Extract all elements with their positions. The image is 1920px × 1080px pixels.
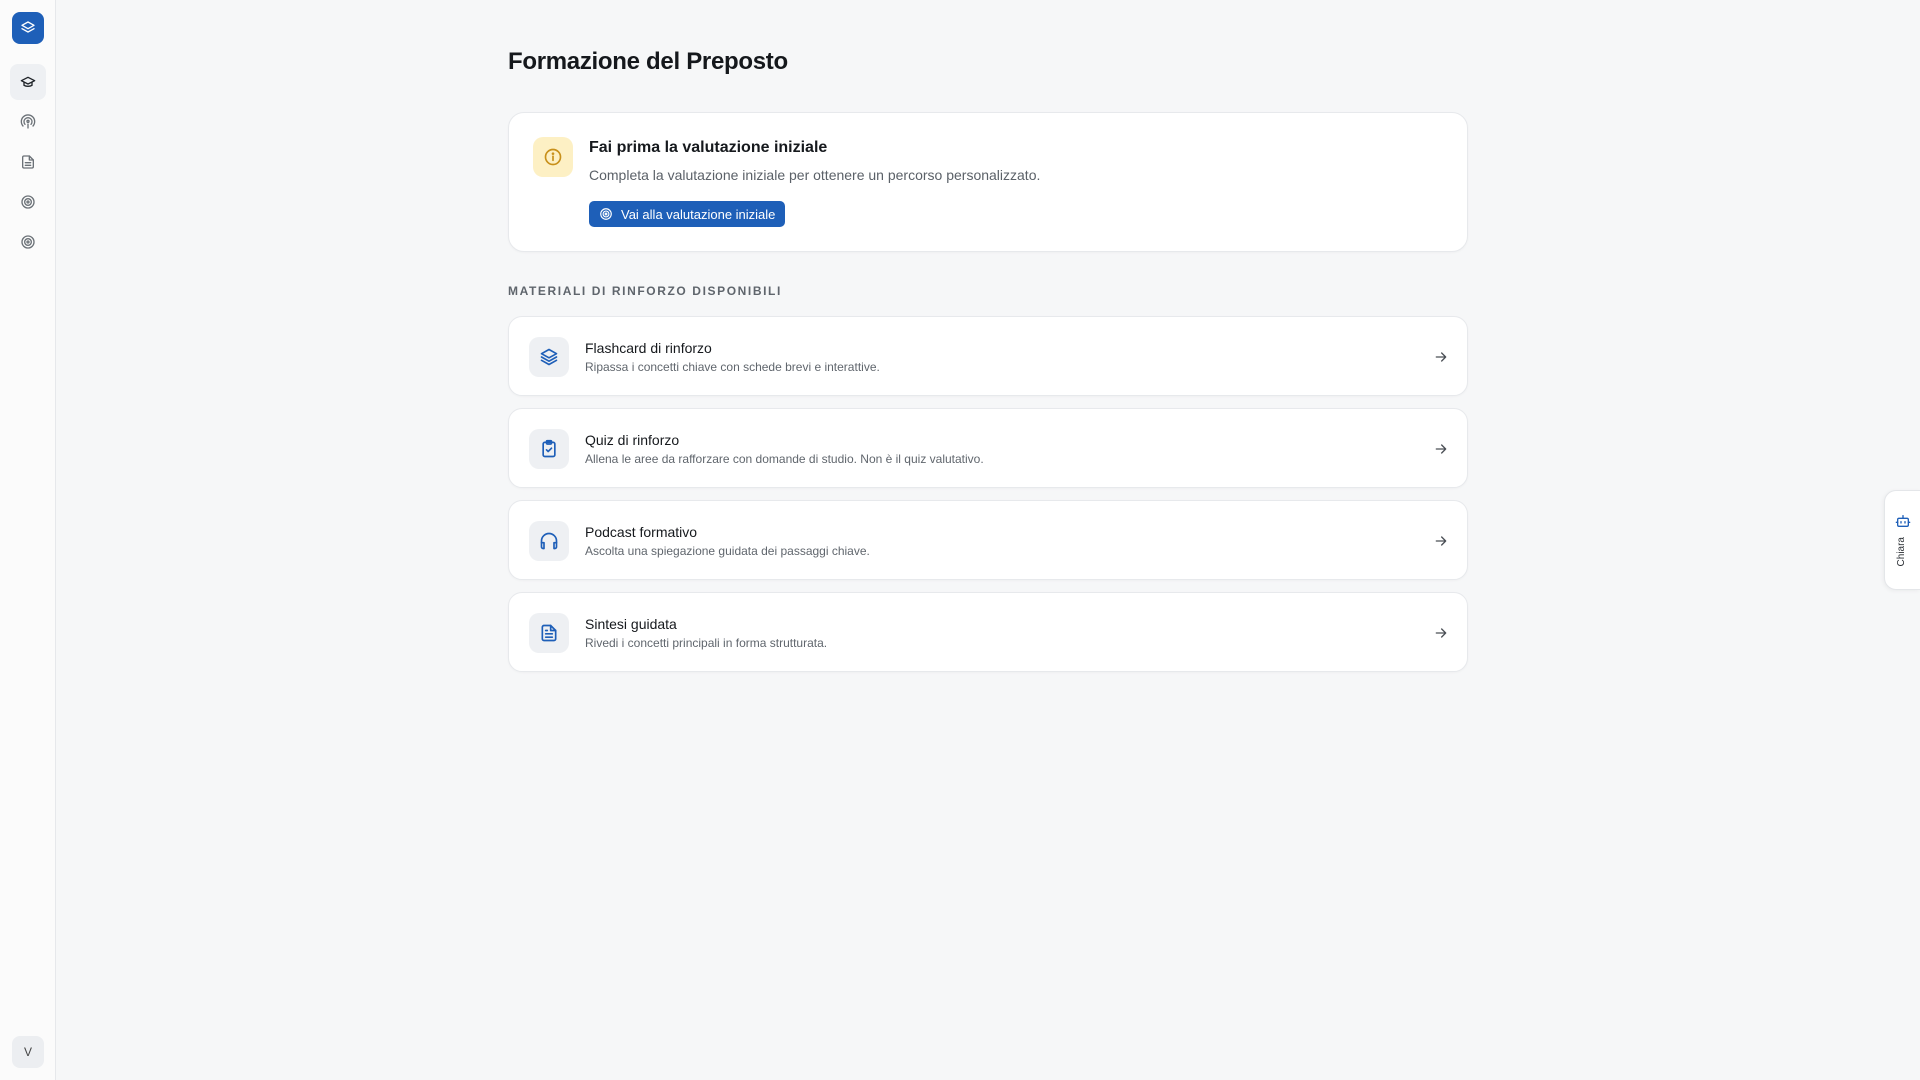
material-card-quiz[interactable]: Quiz di rinforzo Allena le aree da raffo… xyxy=(508,408,1468,488)
user-initial: V xyxy=(23,1045,32,1059)
item-icon-box xyxy=(529,429,569,469)
item-icon-box xyxy=(529,613,569,653)
sidebar-item-final-assessment[interactable] xyxy=(10,224,46,260)
notice-icon-box xyxy=(533,137,573,177)
podcast-icon xyxy=(20,114,36,129)
layers-icon xyxy=(21,21,35,33)
layers-icon xyxy=(540,348,558,366)
target-icon xyxy=(21,195,35,209)
item-title: Sintesi guidata xyxy=(585,616,677,632)
initial-assessment-notice: Fai prima la valutazione iniziale Comple… xyxy=(508,112,1468,252)
sidebar-item-training[interactable] xyxy=(10,64,46,100)
item-description: Ripassa i concetti chiave con schede bre… xyxy=(585,360,880,374)
target-icon xyxy=(21,235,35,249)
graduation-cap-icon xyxy=(20,76,36,87)
notice-title: Fai prima la valutazione iniziale xyxy=(589,139,828,156)
item-title: Flashcard di rinforzo xyxy=(585,340,712,356)
item-icon-box xyxy=(529,521,569,561)
target-icon xyxy=(600,208,612,220)
item-description: Rivedi i concetti principali in forma st… xyxy=(585,636,828,650)
notice-description: Completa la valutazione iniziale per ott… xyxy=(589,167,1041,183)
app-logo[interactable] xyxy=(12,12,44,44)
bot-icon xyxy=(1895,515,1911,527)
document-icon xyxy=(22,155,34,169)
arrow-right-icon xyxy=(1435,352,1447,362)
section-label: MATERIALI DI RINFORZO DISPONIBILI xyxy=(508,284,782,298)
sidebar-item-podcast[interactable] xyxy=(10,104,46,140)
arrow-right-icon xyxy=(1435,536,1447,546)
item-description: Allena le aree da rafforzare con domande… xyxy=(585,452,984,466)
go-to-initial-assessment-button[interactable]: Vai alla valutazione iniziale xyxy=(589,201,786,227)
sidebar-item-documents[interactable] xyxy=(10,144,46,180)
material-card-summary[interactable]: Sintesi guidata Rivedi i concetti princi… xyxy=(508,592,1468,672)
material-card-podcast[interactable]: Podcast formativo Ascolta una spiegazion… xyxy=(508,500,1468,580)
clipboard-check-icon xyxy=(542,439,556,458)
info-icon xyxy=(544,148,562,166)
item-title: Podcast formativo xyxy=(585,524,698,540)
button-label: Vai alla valutazione iniziale xyxy=(621,206,776,222)
material-card-flashcards[interactable]: Flashcard di rinforzo Ripassa i concetti… xyxy=(508,316,1468,396)
user-avatar-button[interactable]: V xyxy=(12,1036,44,1068)
headphones-icon xyxy=(540,532,558,550)
page-title: Formazione del Preposto xyxy=(508,48,788,75)
item-description: Ascolta una spiegazione guidata dei pass… xyxy=(585,544,870,558)
assistant-label: Chiara xyxy=(1896,537,1907,567)
file-text-icon xyxy=(541,624,557,642)
arrow-right-icon xyxy=(1435,628,1447,638)
item-title: Quiz di rinforzo xyxy=(585,432,680,448)
arrow-right-icon xyxy=(1435,444,1447,454)
item-icon-box xyxy=(529,337,569,377)
sidebar-item-assessment[interactable] xyxy=(10,184,46,220)
sidebar: V xyxy=(0,0,56,1080)
assistant-chat-tab[interactable]: Chiara xyxy=(1884,490,1920,590)
